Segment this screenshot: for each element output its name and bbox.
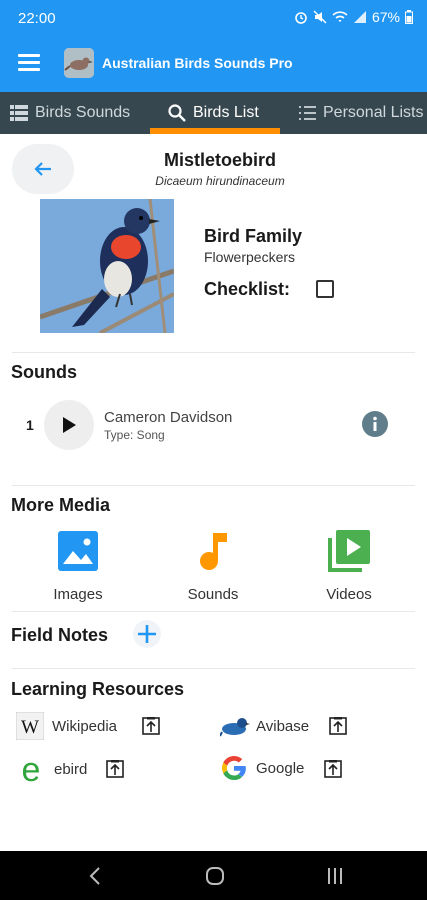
- resource-ebird[interactable]: e ebird: [18, 753, 88, 785]
- media-label: Sounds: [187, 586, 239, 603]
- video-library-icon: [328, 530, 370, 572]
- resource-google[interactable]: Google: [218, 752, 304, 784]
- tab-label: Birds List: [193, 104, 259, 121]
- resource-avibase[interactable]: Avibase: [220, 712, 309, 740]
- svg-text:W: W: [21, 717, 39, 738]
- add-field-note-button[interactable]: [133, 620, 161, 648]
- system-nav-bar: [0, 851, 427, 900]
- divider: [12, 352, 415, 353]
- bird-scientific-name: Dicaeum hirundinaceum: [155, 174, 285, 188]
- nav-back-icon[interactable]: [88, 866, 102, 886]
- resource-label: Google: [256, 759, 305, 777]
- svg-text:e: e: [22, 753, 41, 785]
- sound-type: Type: Song: [104, 428, 165, 442]
- image-icon: [58, 531, 98, 571]
- divider: [12, 611, 415, 612]
- resource-label: ebird: [54, 760, 88, 778]
- tab-birds-sounds[interactable]: Birds Sounds: [10, 92, 130, 134]
- ebird-icon: e: [22, 753, 41, 785]
- status-icons: 67%: [294, 9, 413, 25]
- media-label: Images: [53, 586, 103, 603]
- nav-recents-icon[interactable]: [326, 867, 344, 885]
- arrow-back-icon: [34, 162, 51, 176]
- play-button[interactable]: [44, 400, 94, 450]
- media-label: Videos: [326, 586, 372, 603]
- media-videos-button[interactable]: Videos: [294, 528, 404, 603]
- checklist-label: Checklist:: [204, 279, 291, 299]
- avibase-icon: [220, 718, 250, 737]
- media-sounds-button[interactable]: Sounds: [158, 528, 268, 603]
- battery-percent: 67%: [371, 9, 400, 25]
- divider: [12, 485, 415, 486]
- more-media-heading: More Media: [11, 495, 111, 515]
- family-value: Flowerpeckers: [204, 249, 296, 265]
- tab-personal-lists[interactable]: Personal Lists: [298, 92, 424, 134]
- back-button[interactable]: [12, 144, 74, 194]
- sound-index: 1: [26, 417, 34, 433]
- music-note-icon: [200, 533, 227, 570]
- app-title: Australian Birds Sounds Pro: [102, 55, 293, 71]
- google-icon: [222, 755, 246, 781]
- bird-photo[interactable]: [40, 199, 174, 333]
- checklist-icon: [299, 106, 316, 120]
- plus-icon: [138, 625, 156, 643]
- mute-icon: [313, 10, 327, 24]
- list-grid-icon: [10, 105, 28, 121]
- app-bar: Australian Birds Sounds Pro: [0, 36, 427, 92]
- media-images-button[interactable]: Images: [23, 528, 133, 603]
- wikipedia-icon: W: [16, 712, 44, 740]
- bird-name: Mistletoebird: [163, 150, 276, 170]
- tab-label: Personal Lists: [323, 104, 424, 121]
- app-logo: [64, 48, 94, 78]
- open-external-icon[interactable]: [324, 760, 342, 778]
- learning-resources-heading: Learning Resources: [11, 679, 185, 699]
- status-time: 22:00: [18, 10, 56, 27]
- alarm-icon: [295, 12, 307, 24]
- open-external-icon[interactable]: [142, 717, 160, 735]
- open-external-icon[interactable]: [106, 760, 124, 778]
- open-external-icon[interactable]: [329, 717, 347, 735]
- tab-label: Birds Sounds: [35, 104, 131, 121]
- active-tab-indicator: [150, 128, 280, 134]
- search-icon: [168, 104, 186, 122]
- resource-wikipedia[interactable]: W Wikipedia: [16, 712, 117, 740]
- wifi-icon: [332, 11, 348, 22]
- sounds-heading: Sounds: [11, 362, 77, 382]
- resource-label: Avibase: [256, 717, 310, 735]
- menu-icon[interactable]: [18, 54, 40, 72]
- play-icon: [63, 417, 76, 433]
- resource-label: Wikipedia: [52, 717, 118, 735]
- divider: [12, 668, 415, 669]
- battery-icon: [405, 10, 413, 24]
- nav-home-icon[interactable]: [205, 866, 225, 886]
- status-bar: 22:00 67%: [0, 0, 427, 36]
- info-icon[interactable]: [362, 411, 388, 437]
- signal-icon: [353, 11, 366, 23]
- checklist-checkbox[interactable]: [316, 280, 334, 298]
- family-heading: Bird Family: [204, 226, 303, 246]
- sound-author: Cameron Davidson: [104, 409, 233, 426]
- field-notes-heading: Field Notes: [11, 625, 109, 645]
